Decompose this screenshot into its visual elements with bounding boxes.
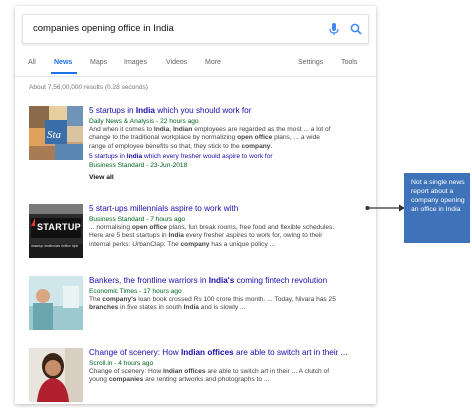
- thumbnail-hashtags: #startup #millenials #office #job: [31, 244, 79, 248]
- result-snippet: ... normalising open office plans, fun b…: [89, 224, 369, 250]
- snippet-line: change to the traditional workplace by n…: [89, 134, 320, 142]
- microphone-icon[interactable]: [327, 21, 341, 37]
- active-tab-indicator: [51, 72, 77, 74]
- result-stats: About 7,56,00,000 results (0.28 seconds): [29, 84, 148, 91]
- snippet-line: Change of scenery: How Indian offices ar…: [89, 367, 330, 375]
- svg-text:Sta: Sta: [47, 129, 62, 141]
- snippet-line: ... normalising open office plans, fun b…: [89, 223, 335, 231]
- result-snippet: The company's loan book crossed Rs 100 c…: [89, 296, 369, 313]
- snippet-line: The company's loan book crossed Rs 100 c…: [89, 295, 336, 303]
- result-source: Business Standard - 7 hours ago: [89, 215, 186, 223]
- related-story-source: Business Standard - 23-Jun-2018: [89, 162, 188, 170]
- snippet-line: And when it comes to India, Indian emplo…: [89, 125, 331, 133]
- tabs-divider: [15, 76, 376, 77]
- result-source: Daily News & Analysis - 22 hours ago: [89, 117, 199, 125]
- result-title[interactable]: Change of scenery: How Indian offices ar…: [89, 348, 369, 359]
- annotation-callout: Not a single news report about a company…: [404, 173, 470, 243]
- startup-sign-thumbnail[interactable]: STARTUP #startup #millenials #office #jo…: [29, 204, 83, 258]
- banker-photo-thumbnail[interactable]: [29, 276, 83, 330]
- search-results-card: companies opening office in India All Ne…: [15, 6, 376, 404]
- double-headed-arrow-icon: [365, 200, 407, 212]
- page: companies opening office in India All Ne…: [0, 0, 472, 412]
- tab-videos[interactable]: Videos: [166, 58, 187, 68]
- tab-maps[interactable]: Maps: [90, 58, 107, 68]
- tab-images[interactable]: Images: [124, 58, 147, 68]
- thumbnail-caption: STARTUP: [37, 222, 81, 232]
- result-body: Change of scenery: How Indian offices ar…: [89, 348, 369, 385]
- result-body: 5 startups in India which you should wor…: [89, 106, 369, 183]
- result-snippet: And when it comes to India, Indian emplo…: [89, 126, 369, 152]
- snippet-line: branches in five states in south India a…: [89, 304, 246, 312]
- snippet-line: Here are 5 best startups in India every …: [89, 232, 323, 240]
- snippet-line: range of employee benefits so that, they…: [89, 142, 273, 150]
- tab-news[interactable]: News: [54, 58, 72, 68]
- tab-all[interactable]: All: [28, 58, 36, 68]
- snippet-line: internal perks: UrbanClap: The company h…: [89, 240, 276, 248]
- view-all-link[interactable]: View all: [89, 172, 369, 183]
- related-story-link[interactable]: 5 startups in India which every fresher …: [89, 152, 369, 161]
- result-title[interactable]: 5 startups in India which you should wor…: [89, 106, 369, 117]
- startup-collage-thumbnail[interactable]: Sta: [29, 106, 83, 160]
- search-box[interactable]: companies opening office in India: [22, 14, 369, 44]
- tab-tools[interactable]: Tools: [341, 58, 357, 68]
- magnifier-icon[interactable]: [349, 21, 363, 37]
- tab-more[interactable]: More: [205, 58, 221, 68]
- search-tabs: All News Maps Images Videos More Setting…: [15, 58, 376, 76]
- woman-portrait-thumbnail[interactable]: [29, 348, 83, 402]
- result-snippet: Change of scenery: How Indian offices ar…: [89, 368, 369, 385]
- result-source: Scroll.in - 4 hours ago: [89, 359, 154, 367]
- result-title[interactable]: 5 start-ups millennials aspire to work w…: [89, 204, 369, 215]
- result-body: Bankers, the frontline warriors in India…: [89, 276, 369, 313]
- result-title[interactable]: Bankers, the frontline warriors in India…: [89, 276, 369, 287]
- tab-settings[interactable]: Settings: [298, 58, 323, 68]
- search-input[interactable]: companies opening office in India: [33, 23, 174, 34]
- result-source: Economic Times - 17 hours ago: [89, 287, 182, 295]
- result-body: 5 start-ups millennials aspire to work w…: [89, 204, 369, 249]
- snippet-line: young companies are renting artworks and…: [89, 376, 270, 384]
